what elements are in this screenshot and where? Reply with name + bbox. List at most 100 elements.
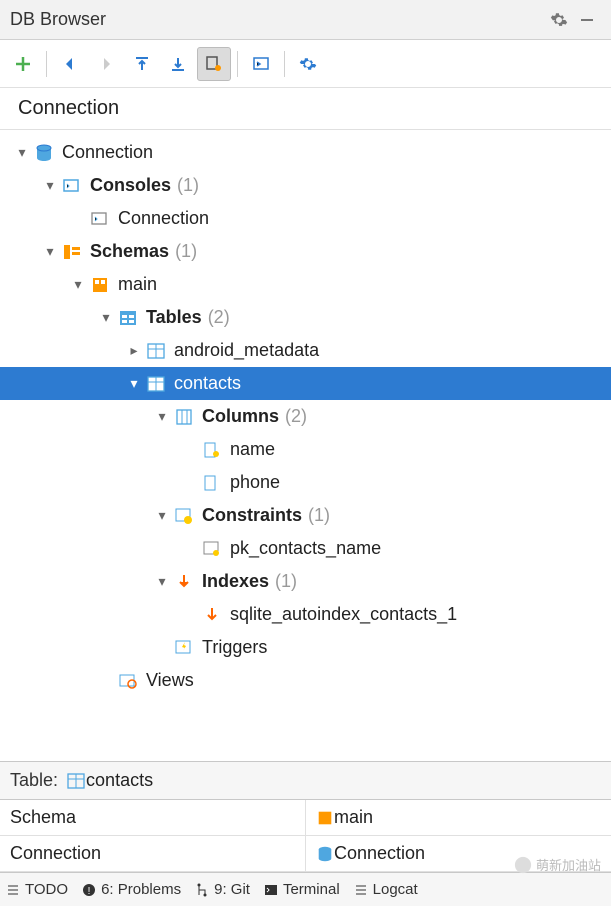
views-icon (116, 669, 140, 693)
minimize-button[interactable] (573, 12, 601, 28)
chevron-down-icon[interactable]: ▾ (68, 276, 88, 293)
node-label: main (118, 274, 157, 295)
node-label: android_metadata (174, 340, 319, 361)
node-label: Tables (146, 307, 202, 328)
chevron-down-icon[interactable]: ▾ (40, 243, 60, 260)
tree-node-views[interactable]: Views (0, 664, 611, 697)
details-cell-key: Schema (0, 800, 306, 835)
chevron-right-icon[interactable]: ▸ (124, 342, 144, 359)
node-label: Indexes (202, 571, 269, 592)
node-label: Consoles (90, 175, 171, 196)
status-bar: TODO ! 6: Problems 9: Git Terminal Logca… (0, 872, 611, 906)
tree-node-columns[interactable]: ▾ Columns (2) (0, 400, 611, 433)
node-label: Constraints (202, 505, 302, 526)
chevron-down-icon[interactable]: ▾ (124, 375, 144, 392)
tree-node-constraints[interactable]: ▾ Constraints (1) (0, 499, 611, 532)
column-icon (200, 471, 224, 495)
chevron-down-icon[interactable]: ▾ (152, 573, 172, 590)
chevron-down-icon[interactable]: ▾ (96, 309, 116, 326)
view-options-button[interactable] (197, 47, 231, 81)
console-icon (252, 55, 270, 73)
folder-console-icon (60, 174, 84, 198)
status-git[interactable]: 9: Git (195, 881, 250, 898)
tree-node-triggers[interactable]: Triggers (0, 631, 611, 664)
node-label: contacts (174, 373, 241, 394)
terminal-icon (264, 883, 278, 897)
warning-icon: ! (82, 883, 96, 897)
forward-button[interactable] (89, 47, 123, 81)
watermark: 萌新加油站 (514, 855, 601, 874)
chevron-down-icon[interactable]: ▾ (40, 177, 60, 194)
tree-node-column-phone[interactable]: phone (0, 466, 611, 499)
list-icon (6, 883, 20, 897)
details-header: Table: contacts (0, 762, 611, 800)
status-logcat[interactable]: Logcat (354, 881, 418, 898)
tree-node-console-item[interactable]: Connection (0, 202, 611, 235)
status-todo[interactable]: TODO (6, 881, 68, 898)
node-label: phone (230, 472, 280, 493)
status-terminal[interactable]: Terminal (264, 881, 340, 898)
tree-view[interactable]: ▾ Connection ▾ Consoles (1) Connection ▾… (0, 130, 611, 761)
index-icon (200, 603, 224, 627)
indexes-icon (172, 570, 196, 594)
back-button[interactable] (53, 47, 87, 81)
tree-node-column-name[interactable]: name (0, 433, 611, 466)
breadcrumb-path: Connection (18, 97, 119, 120)
chevron-down-icon[interactable]: ▾ (12, 144, 32, 161)
gear-blue-icon (299, 55, 317, 73)
schema-icon (88, 273, 112, 297)
table-icon (144, 339, 168, 363)
table-icon (144, 372, 168, 396)
node-count: (1) (175, 241, 197, 262)
details-cell-value: main (306, 800, 611, 835)
details-value: contacts (86, 770, 153, 791)
tree-node-indexes[interactable]: ▾ Indexes (1) (0, 565, 611, 598)
panel-title: DB Browser (10, 9, 545, 30)
title-bar: DB Browser (0, 0, 611, 40)
table-icon (66, 771, 86, 791)
refresh-button[interactable] (291, 47, 325, 81)
logcat-icon (354, 883, 368, 897)
tree-node-table-contacts[interactable]: ▾ contacts (0, 367, 611, 400)
node-label: Schemas (90, 241, 169, 262)
svg-text:!: ! (88, 886, 91, 897)
node-count: (2) (208, 307, 230, 328)
toolbar (0, 40, 611, 88)
node-label: Columns (202, 406, 279, 427)
tree-node-connection[interactable]: ▾ Connection (0, 136, 611, 169)
collapse-all-button[interactable] (125, 47, 159, 81)
arrow-left-icon (61, 55, 79, 73)
details-row-schema[interactable]: Schema main (0, 800, 611, 836)
status-problems[interactable]: ! 6: Problems (82, 881, 181, 898)
collapse-icon (133, 55, 151, 73)
node-label: Views (146, 670, 194, 691)
settings-button[interactable] (545, 11, 573, 29)
schema-icon (316, 809, 334, 827)
database-icon (316, 845, 334, 863)
tree-node-schemas[interactable]: ▾ Schemas (1) (0, 235, 611, 268)
columns-icon (172, 405, 196, 429)
node-label: sqlite_autoindex_contacts_1 (230, 604, 457, 625)
minimize-icon (579, 12, 595, 28)
console-button[interactable] (244, 47, 278, 81)
tree-node-index-item[interactable]: sqlite_autoindex_contacts_1 (0, 598, 611, 631)
breadcrumb[interactable]: Connection (0, 88, 611, 130)
node-label: name (230, 439, 275, 460)
tree-node-constraint-item[interactable]: pk_contacts_name (0, 532, 611, 565)
tree-node-consoles[interactable]: ▾ Consoles (1) (0, 169, 611, 202)
list-gear-icon (205, 55, 223, 73)
tree-node-table-android-metadata[interactable]: ▸ android_metadata (0, 334, 611, 367)
add-button[interactable] (6, 47, 40, 81)
expand-all-button[interactable] (161, 47, 195, 81)
chevron-down-icon[interactable]: ▾ (152, 408, 172, 425)
chevron-down-icon[interactable]: ▾ (152, 507, 172, 524)
node-label: pk_contacts_name (230, 538, 381, 559)
triggers-icon (172, 636, 196, 660)
tree-node-tables[interactable]: ▾ Tables (2) (0, 301, 611, 334)
node-count: (1) (308, 505, 330, 526)
node-count: (1) (275, 571, 297, 592)
details-key: Table: (10, 770, 58, 791)
git-icon (195, 883, 209, 897)
tree-node-main-schema[interactable]: ▾ main (0, 268, 611, 301)
separator (284, 51, 285, 77)
